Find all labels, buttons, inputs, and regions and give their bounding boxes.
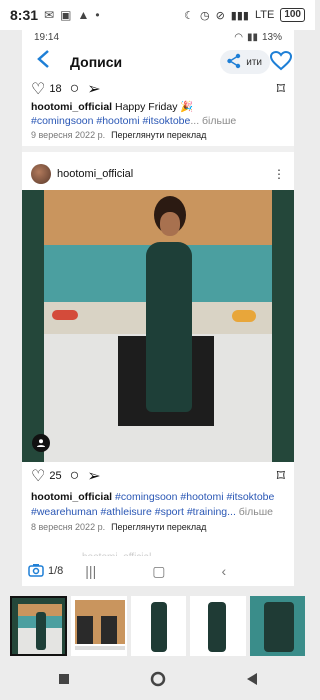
comment-icon[interactable]: ○ bbox=[70, 80, 80, 98]
bookmark-icon[interactable]: ⌑ bbox=[277, 79, 285, 99]
send-icon[interactable]: ➢ bbox=[87, 79, 100, 99]
caption-username[interactable]: hootomi_official bbox=[31, 491, 112, 503]
thumbnail-1[interactable] bbox=[10, 596, 68, 656]
user-tag-icon[interactable] bbox=[32, 434, 50, 452]
recents-square-icon[interactable] bbox=[58, 672, 70, 690]
thumbnail-strip bbox=[0, 596, 315, 658]
thumbnail-4[interactable] bbox=[190, 596, 246, 656]
post-username[interactable]: hootomi_official bbox=[57, 168, 133, 180]
recents-icon[interactable]: ||| bbox=[85, 563, 96, 580]
dot-icon: • bbox=[95, 8, 100, 22]
post2-header: hootomi_official ⋮ bbox=[22, 158, 294, 190]
like-count: 25 bbox=[49, 470, 62, 482]
alarm-icon: ◷ bbox=[199, 9, 210, 22]
like-icon[interactable]: ♡ bbox=[31, 466, 45, 486]
network-type: LTE bbox=[254, 9, 275, 21]
page-title: Дописи bbox=[70, 54, 123, 70]
camera-icon[interactable] bbox=[28, 563, 44, 580]
post-date: 9 вересня 2022 р. bbox=[31, 130, 106, 140]
caption-hashtags-1[interactable]: #comingsoon #hootomi #itsoktobe bbox=[115, 491, 274, 503]
share-button[interactable]: ити bbox=[220, 50, 270, 74]
post2-meta: 8 вересня 2022 р. Переглянути переклад bbox=[22, 520, 294, 532]
signal-icon: ▮▮▮ bbox=[230, 9, 249, 22]
thumbnail-5[interactable] bbox=[249, 596, 305, 656]
battery-icon: 100 bbox=[280, 8, 305, 22]
share-icon bbox=[226, 53, 242, 72]
post1-meta: 9 вересня 2022 р. Переглянути переклад bbox=[22, 128, 294, 140]
back-icon[interactable]: ‹ bbox=[221, 563, 226, 580]
status-time: 8:31 bbox=[10, 7, 39, 23]
pager: 1/8 bbox=[28, 563, 63, 580]
bookmark-icon[interactable]: ⌑ bbox=[277, 466, 285, 486]
caption-hashtags[interactable]: #comingsoon #hootomi #itsoktobe bbox=[31, 115, 190, 127]
send-icon[interactable]: ➢ bbox=[87, 466, 100, 486]
more-link[interactable]: ... більше bbox=[190, 115, 236, 127]
post2-caption: hootomi_official #comingsoon #hootomi #i… bbox=[22, 490, 294, 520]
more-link[interactable]: більше bbox=[236, 506, 273, 518]
see-translation-link[interactable]: Переглянути переклад bbox=[111, 522, 206, 532]
wifi-icon: ◠ bbox=[234, 31, 243, 43]
post-photo[interactable] bbox=[22, 190, 294, 462]
see-translation-link[interactable]: Переглянути переклад bbox=[111, 130, 206, 140]
app-header: Дописи ити bbox=[22, 46, 294, 78]
more-options-icon[interactable]: ⋮ bbox=[273, 167, 285, 181]
mail-icon: ✉ bbox=[44, 8, 55, 22]
home-icon[interactable]: ▢ bbox=[152, 563, 165, 580]
moon-icon: ☾ bbox=[184, 9, 194, 22]
home-circle-icon[interactable] bbox=[150, 671, 166, 692]
post2-actions: ♡ 25 ○ ➢ ⌑ bbox=[22, 462, 294, 490]
inner-time: 19:14 bbox=[34, 31, 60, 43]
mute-icon: ⊘ bbox=[215, 9, 225, 22]
post1-actions: ♡ 18 ○ ➢ ⌑ bbox=[22, 78, 294, 100]
back-triangle-icon[interactable] bbox=[246, 672, 258, 691]
inner-battery: 13% bbox=[261, 31, 282, 43]
page-counter: 1/8 bbox=[48, 565, 64, 577]
caption-hashtags-2[interactable]: #wearehuman #athleisure #sport #training… bbox=[31, 506, 236, 518]
thumbnail-3[interactable] bbox=[130, 596, 187, 656]
post1-caption: hootomi_official Happy Friday 🎉 #comings… bbox=[31, 101, 237, 127]
back-arrow-icon[interactable] bbox=[28, 49, 58, 75]
screenshot-view[interactable]: 19:14 ◠ ▮▮ 13% Дописи ити ♡ 18 ○ ➢ ⌑ hoo… bbox=[22, 28, 294, 586]
inner-status-bar: 19:14 ◠ ▮▮ 13% bbox=[22, 28, 294, 46]
comment-icon[interactable]: ○ bbox=[70, 467, 80, 485]
app-icon: ▣ bbox=[60, 8, 72, 22]
avatar[interactable] bbox=[31, 164, 51, 184]
favorite-heart-icon[interactable] bbox=[269, 50, 293, 76]
thumbnail-2[interactable] bbox=[71, 596, 127, 656]
caption-username[interactable]: hootomi_official bbox=[31, 101, 112, 113]
divider bbox=[22, 146, 294, 152]
like-count: 18 bbox=[49, 83, 62, 95]
viewer-bottom-bar: 1/8 ||| ▢ ‹ bbox=[22, 556, 294, 586]
status-bar: 8:31 ✉ ▣ ▲ • ☾ ◷ ⊘ ▮▮▮ LTE 100 bbox=[0, 0, 315, 30]
like-icon[interactable]: ♡ bbox=[31, 79, 45, 99]
post-date: 8 вересня 2022 р. bbox=[31, 522, 106, 532]
warning-icon: ▲ bbox=[77, 8, 90, 22]
share-label: ити bbox=[246, 56, 262, 68]
system-nav-bar bbox=[0, 662, 315, 700]
signal-icon: ▮▮ bbox=[246, 31, 258, 43]
